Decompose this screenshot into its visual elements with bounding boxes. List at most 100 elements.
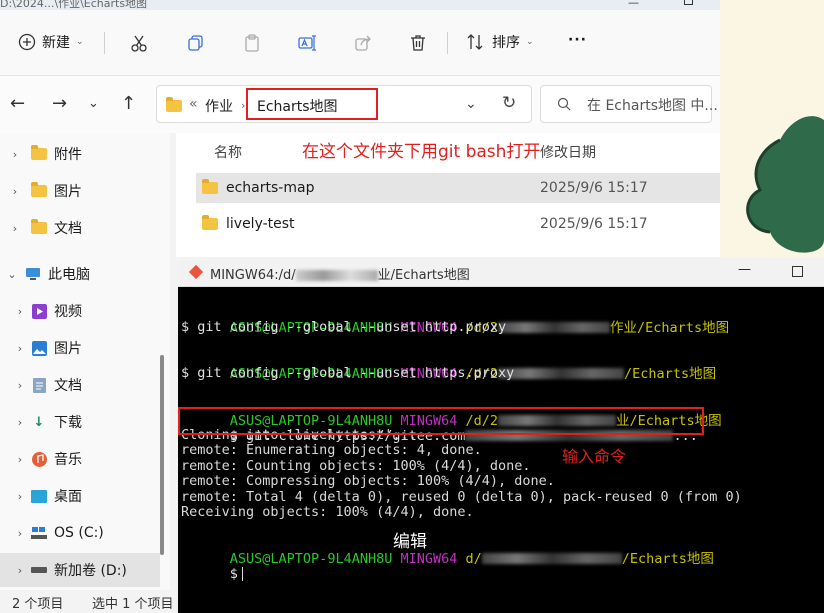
- refresh-icon[interactable]: ↻: [502, 93, 516, 113]
- copy-icon[interactable]: [185, 32, 207, 54]
- recent-chevron-icon[interactable]: ⌄: [88, 94, 99, 114]
- sidebar-item-drive-c[interactable]: › OS (C:): [0, 516, 160, 550]
- sidebar-item-label: 新加卷 (D:): [54, 563, 127, 579]
- drive-icon: [30, 525, 48, 541]
- git-bash-titlebar: MINGW64:/d/业/Echarts地图 —: [178, 257, 824, 287]
- sidebar-item-desktop[interactable]: › 桌面: [0, 479, 160, 513]
- sidebar-item-this-pc[interactable]: ⌄ 此电脑: [0, 257, 160, 291]
- more-options-button[interactable]: ···: [568, 32, 587, 48]
- sidebar-scrollbar[interactable]: [160, 355, 164, 555]
- file-name: echarts-map: [226, 180, 315, 196]
- music-icon: [30, 451, 48, 467]
- expand-chevron-icon[interactable]: ›: [0, 305, 30, 318]
- expand-chevron-icon[interactable]: ›: [0, 379, 30, 392]
- more-icon: ···: [568, 32, 587, 48]
- sidebar-item-label: 视频: [54, 304, 82, 320]
- command-line: $ git config --global --unset https.prox…: [181, 365, 515, 381]
- minimize-icon[interactable]: —: [738, 262, 751, 277]
- sidebar-item-label: 下载: [54, 415, 82, 431]
- command-line: $ git config --global --unset http.proxy: [181, 319, 507, 335]
- maximize-icon[interactable]: [684, 0, 693, 5]
- expand-chevron-icon[interactable]: ›: [0, 490, 30, 503]
- video-icon: [30, 303, 48, 319]
- explorer-toolbar: 新建 ⌄ 排序 ⌄ ···: [0, 10, 720, 76]
- expand-chevron-icon[interactable]: ›: [0, 416, 30, 429]
- annotation-command-hint: 输入命令: [562, 447, 627, 466]
- toolbar-divider: [447, 32, 448, 54]
- folder-icon: [202, 215, 218, 230]
- forward-arrow-icon[interactable]: →: [52, 94, 67, 114]
- expand-chevron-icon[interactable]: ›: [0, 564, 30, 577]
- up-arrow-icon[interactable]: ↑: [121, 94, 136, 114]
- terminal-output[interactable]: ASUS@LAPTOP-9L4ANH8U MINGW64 /d/2 作业/Echa…: [178, 287, 824, 613]
- output-line: Receiving objects: 100% (4/4), done.: [181, 504, 474, 520]
- sidebar-item-label: 文档: [54, 378, 82, 394]
- file-row[interactable]: echarts-map 2025/9/6 15:17: [196, 173, 720, 203]
- pictures-icon: [30, 340, 48, 356]
- sidebar-item-label: 图片: [54, 184, 82, 200]
- expand-chevron-icon[interactable]: ›: [0, 148, 30, 161]
- sort-button[interactable]: 排序 ⌄: [466, 32, 534, 52]
- text-cursor: [241, 566, 243, 581]
- drive-icon: [30, 562, 48, 578]
- file-row[interactable]: lively-test 2025/9/6 15:17: [196, 209, 720, 239]
- sidebar-item-downloads[interactable]: › ↓ 下载: [0, 405, 160, 439]
- expand-chevron-icon[interactable]: ›: [0, 342, 30, 355]
- file-date: 2025/9/6 15:17: [540, 216, 648, 232]
- breadcrumb-separator-icon: ›: [241, 99, 246, 112]
- sidebar-item-attachments[interactable]: › 附件: [0, 137, 160, 171]
- delete-icon[interactable]: [407, 32, 429, 54]
- sort-button-label: 排序: [492, 35, 520, 51]
- sidebar-item-music[interactable]: › 音乐: [0, 442, 160, 476]
- annotation-folder-hint: 在这个文件夹下用git bash打开: [302, 142, 541, 162]
- collapse-chevron-icon[interactable]: ⌄: [0, 268, 24, 281]
- prompt-line: ASUS@LAPTOP-9L4ANH8U MINGW64 d//Echarts地…: [229, 550, 714, 567]
- sidebar-item-pictures[interactable]: › 图片: [0, 331, 160, 365]
- folder-icon: [202, 179, 218, 194]
- plus-circle-icon: [18, 33, 36, 51]
- breadcrumb-overflow[interactable]: «: [189, 96, 198, 112]
- expand-chevron-icon[interactable]: ›: [0, 527, 30, 540]
- address-dropdown-icon[interactable]: ⌄: [465, 96, 477, 112]
- folder-icon: [30, 219, 48, 236]
- search-box[interactable]: 在 Echarts地图 中...: [540, 85, 718, 123]
- sidebar-item-documents-folder[interactable]: › 文档: [0, 211, 160, 245]
- sidebar-item-documents[interactable]: › 文档: [0, 368, 160, 402]
- sort-icon: [467, 34, 483, 50]
- annotation-highlight-box: [178, 407, 704, 435]
- sidebar-item-label: OS (C:): [54, 525, 104, 541]
- chevron-down-icon: ⌄: [526, 37, 534, 47]
- output-line: remote: Enumerating objects: 4, done.: [181, 442, 482, 458]
- sidebar-item-pictures-folder[interactable]: › 图片: [0, 174, 160, 208]
- sidebar-item-label: 此电脑: [48, 267, 90, 283]
- sidebar-item-label: 音乐: [54, 452, 82, 468]
- sidebar-item-drive-d[interactable]: › 新加卷 (D:): [0, 553, 160, 587]
- rename-icon[interactable]: [296, 32, 318, 54]
- status-bar: 2 个项目 选中 1 个项目: [0, 590, 180, 613]
- paste-icon[interactable]: [241, 32, 263, 54]
- file-list: 名称 修改日期 echarts-map 2025/9/6 15:17 livel…: [176, 133, 720, 257]
- share-icon[interactable]: [352, 32, 374, 54]
- cut-icon[interactable]: [128, 32, 150, 54]
- maximize-icon[interactable]: [792, 266, 803, 277]
- minimize-icon[interactable]: —: [628, 0, 639, 9]
- expand-chevron-icon[interactable]: ›: [0, 453, 30, 466]
- expand-chevron-icon[interactable]: ›: [0, 185, 30, 198]
- folder-icon: [166, 97, 182, 112]
- expand-chevron-icon[interactable]: ›: [0, 222, 30, 235]
- active-prompt[interactable]: $: [181, 551, 243, 598]
- breadcrumb-parent[interactable]: 作业: [205, 96, 233, 116]
- desktop-wallpaper: [720, 0, 824, 258]
- output-line: remote: Compressing objects: 100% (4/4),…: [181, 473, 555, 489]
- column-header-modified[interactable]: 修改日期: [540, 142, 596, 162]
- back-arrow-icon[interactable]: ←: [10, 94, 25, 114]
- sidebar-item-label: 图片: [54, 341, 82, 357]
- git-icon: [188, 264, 204, 280]
- address-row: ← → ⌄ ↑ « 作业 › Echarts地图 ⌄ ↻ 在 Echarts地图…: [0, 76, 720, 133]
- file-name: lively-test: [226, 216, 295, 232]
- chevron-down-icon: ⌄: [76, 37, 84, 47]
- git-bash-title: MINGW64:/d/业/Echarts地图: [210, 268, 470, 283]
- new-button[interactable]: 新建 ⌄: [18, 32, 84, 52]
- sidebar-item-videos[interactable]: › 视频: [0, 294, 160, 328]
- column-header-name[interactable]: 名称: [214, 142, 242, 162]
